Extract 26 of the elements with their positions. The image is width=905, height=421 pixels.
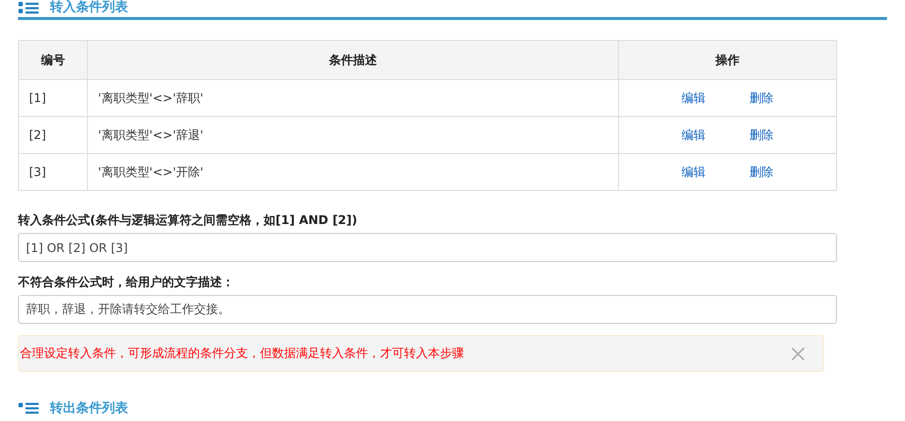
field-label: 不符合条件公式时，给用户的文字描述： <box>18 274 235 290</box>
table-cell: [1] <box>18 80 88 116</box>
section-title: 转出条件列表 <box>50 402 128 416</box>
list-icon <box>18 402 40 416</box>
column-header: 编号 <box>18 40 88 80</box>
close-icon <box>791 346 805 360</box>
action-link[interactable]: 删除 <box>750 164 774 178</box>
column-header: 操作 <box>618 40 836 80</box>
message-field[interactable]: 辞职，辞退，开除请转交给工作交接。 <box>18 295 837 324</box>
close-button[interactable] <box>791 346 805 360</box>
action-link[interactable]: 删除 <box>750 128 774 142</box>
action-link[interactable]: 编辑 <box>682 128 706 142</box>
table-cell: [3] <box>18 154 88 190</box>
column-header: 条件描述 <box>88 40 618 80</box>
section-title: 转入条件列表 <box>50 1 128 15</box>
action-link[interactable]: 编辑 <box>682 90 706 104</box>
action-link[interactable]: 编辑 <box>682 164 706 178</box>
alert-text: 合理设定转入条件，可形成流程的条件分支，但数据满足转入条件，才可转入本步骤 <box>20 345 464 362</box>
field-label: 转入条件公式(条件与逻辑运算符之间需空格，如[1] AND [2]) <box>18 212 358 228</box>
table-cell: '离职类型'<>'辞退' <box>88 116 618 154</box>
list-icon <box>18 1 40 15</box>
table-cell: [2] <box>18 116 88 154</box>
table-cell: '离职类型'<>'开除' <box>88 154 618 190</box>
table-cell: '离职类型'<>'辞职' <box>88 80 618 116</box>
formula-field[interactable]: [1] OR [2] OR [3] <box>18 233 837 262</box>
action-link[interactable]: 删除 <box>750 90 774 104</box>
